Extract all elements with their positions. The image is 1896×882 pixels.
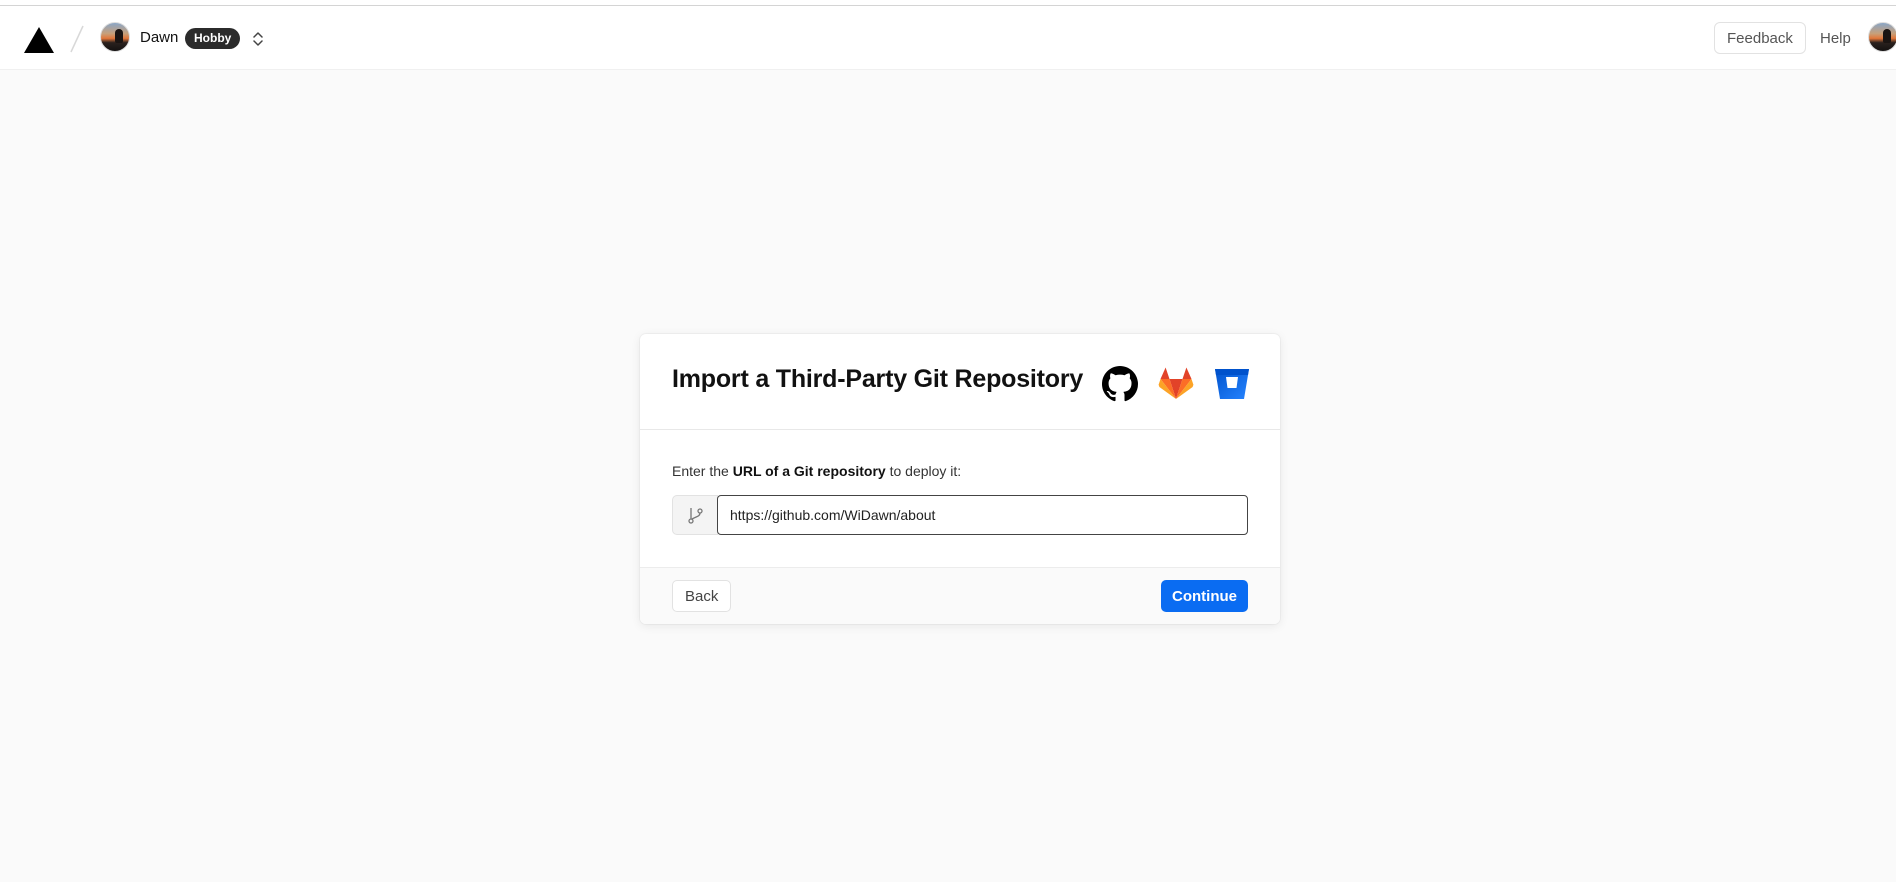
- git-branch-prefix: [672, 495, 718, 535]
- dialog-header: Import a Third-Party Git Repository: [640, 334, 1280, 430]
- git-branch-icon: [688, 508, 703, 524]
- back-button[interactable]: Back: [672, 580, 732, 612]
- github-icon[interactable]: [1102, 366, 1138, 402]
- plan-badge: Hobby: [185, 28, 241, 49]
- vercel-triangle-icon[interactable]: [24, 27, 54, 53]
- dialog-title: Import a Third-Party Git Repository: [672, 365, 1084, 393]
- prompt-prefix: Enter the: [672, 463, 729, 479]
- top-nav: Dawn Hobby Feedback Help: [0, 6, 1896, 70]
- url-prompt: Enter the URL of a Git repository to dep…: [672, 463, 961, 479]
- url-field-group: [672, 495, 1248, 535]
- bitbucket-icon[interactable]: [1214, 366, 1250, 402]
- gitlab-icon[interactable]: [1158, 366, 1194, 402]
- import-repository-dialog: Import a Third-Party Git Repository Ente…: [640, 334, 1280, 624]
- help-link[interactable]: Help: [1820, 30, 1851, 47]
- repository-url-input[interactable]: [717, 495, 1248, 535]
- prompt-emphasis: URL of a Git repository: [732, 463, 886, 479]
- team-name[interactable]: Dawn: [140, 29, 178, 46]
- feedback-button[interactable]: Feedback: [1714, 22, 1806, 54]
- continue-button[interactable]: Continue: [1161, 580, 1248, 612]
- breadcrumb-slash-icon: [70, 25, 84, 53]
- chevron-up-down-icon[interactable]: [252, 29, 264, 49]
- account-avatar[interactable]: [1868, 22, 1896, 52]
- dialog-footer: Back Continue: [640, 567, 1280, 624]
- avatar[interactable]: [100, 22, 130, 52]
- prompt-suffix: to deploy it:: [889, 463, 962, 479]
